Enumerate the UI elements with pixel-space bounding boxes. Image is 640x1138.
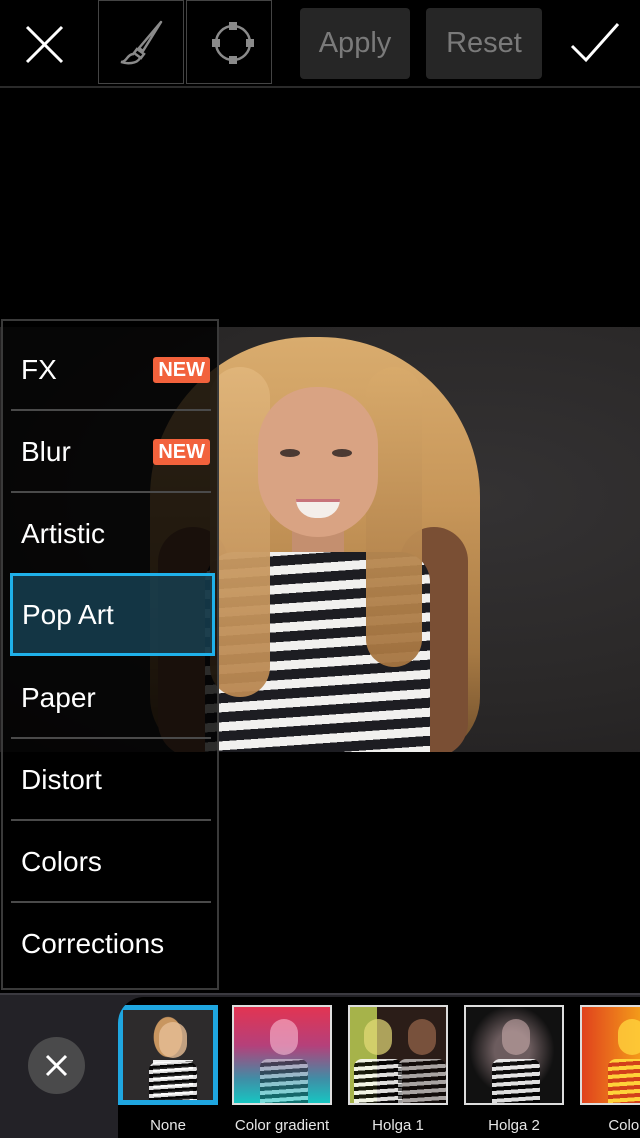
thumb-figure-top bbox=[608, 1059, 640, 1103]
photo-hair-strand-left bbox=[210, 367, 270, 697]
paintbrush-icon bbox=[120, 20, 163, 65]
effect-holga-2[interactable]: Holga 2 bbox=[464, 1005, 564, 1134]
photo-face bbox=[258, 387, 378, 537]
menu-item-paper[interactable]: Paper bbox=[11, 657, 213, 739]
menu-item-label: Pop Art bbox=[22, 599, 114, 630]
menu-item-blur[interactable]: Blur NEW bbox=[11, 411, 213, 493]
effects-scroll-list[interactable]: None Color gradient Holga 1 Holga 2 Colo bbox=[118, 997, 640, 1138]
apply-button[interactable]: Apply bbox=[300, 8, 410, 79]
menu-item-fx[interactable]: FX NEW bbox=[11, 329, 213, 411]
checkmark-icon bbox=[570, 23, 620, 63]
menu-item-corrections[interactable]: Corrections bbox=[11, 903, 213, 985]
photo-eye-right bbox=[332, 449, 352, 457]
brush-tool-button[interactable] bbox=[98, 0, 184, 84]
top-toolbar: Apply Reset bbox=[0, 0, 640, 88]
menu-item-label: Blur bbox=[21, 436, 71, 467]
thumb-figure-head bbox=[270, 1019, 298, 1055]
effect-thumbnail bbox=[348, 1005, 448, 1105]
new-badge: NEW bbox=[153, 439, 210, 465]
close-x-icon bbox=[25, 25, 64, 64]
thumb-figure-top bbox=[398, 1059, 446, 1103]
effect-colors[interactable]: Colors bbox=[580, 1005, 640, 1134]
effect-thumbnail bbox=[580, 1005, 640, 1105]
photo-hair-strand-right bbox=[366, 367, 422, 667]
menu-item-artistic[interactable]: Artistic bbox=[11, 493, 213, 575]
menu-item-colors[interactable]: Colors bbox=[11, 821, 213, 903]
thumb-figure-top bbox=[260, 1059, 308, 1103]
thumb-figure-head bbox=[364, 1019, 392, 1055]
circle-selection-icon bbox=[212, 22, 254, 64]
effect-category-menu: FX NEW Blur NEW Artistic Pop Art Paper D… bbox=[1, 319, 219, 990]
effect-label: Colors bbox=[608, 1117, 640, 1134]
menu-item-pop-art[interactable]: Pop Art bbox=[10, 573, 215, 656]
effect-thumbnail bbox=[118, 1005, 218, 1105]
menu-item-distort[interactable]: Distort bbox=[11, 739, 213, 821]
effect-thumbnail bbox=[232, 1005, 332, 1105]
menu-item-label: Colors bbox=[21, 846, 102, 877]
done-button[interactable] bbox=[566, 16, 626, 72]
thumb-figure-head bbox=[502, 1019, 530, 1055]
close-button[interactable] bbox=[14, 14, 74, 74]
effect-none[interactable]: None bbox=[118, 1005, 218, 1134]
effect-thumbnail bbox=[464, 1005, 564, 1105]
menu-item-label: Corrections bbox=[21, 928, 165, 959]
new-badge: NEW bbox=[153, 357, 210, 383]
thumb-figure-head bbox=[159, 1022, 187, 1058]
close-x-icon bbox=[45, 1054, 68, 1077]
effect-color-gradient[interactable]: Color gradient bbox=[232, 1005, 332, 1134]
reset-button[interactable]: Reset bbox=[426, 8, 542, 79]
menu-item-label: Distort bbox=[21, 764, 102, 795]
thumb-figure-top bbox=[492, 1059, 540, 1103]
menu-item-label: FX bbox=[21, 354, 57, 385]
effect-holga-1[interactable]: Holga 1 bbox=[348, 1005, 448, 1134]
photo-smile bbox=[296, 499, 340, 518]
menu-item-label: Paper bbox=[21, 682, 96, 713]
thumb-figure-top bbox=[149, 1062, 197, 1100]
thumb-figure-head bbox=[618, 1019, 640, 1055]
thumb-figure-head bbox=[408, 1019, 436, 1055]
effects-strip: None Color gradient Holga 1 Holga 2 Colo bbox=[0, 993, 640, 1138]
close-menu-button[interactable] bbox=[28, 1037, 85, 1094]
shape-tool-button[interactable] bbox=[186, 0, 272, 84]
thumb-figure-top bbox=[354, 1059, 402, 1103]
menu-item-label: Artistic bbox=[21, 518, 105, 549]
photo-eye-left bbox=[280, 449, 300, 457]
